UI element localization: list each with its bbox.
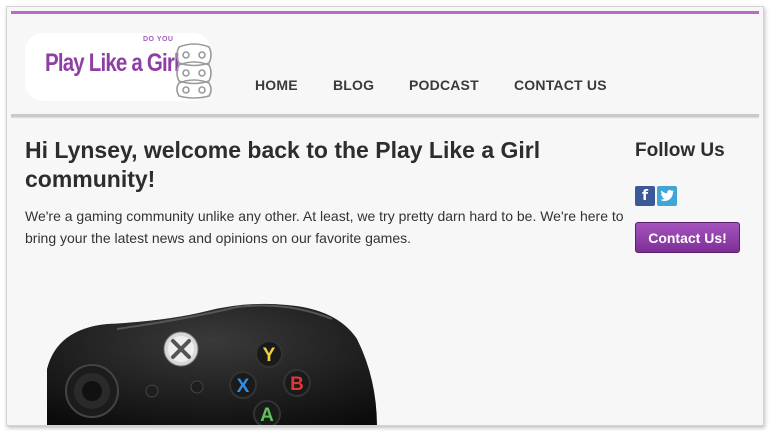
twitter-icon[interactable] xyxy=(657,186,677,206)
x-button-label: X xyxy=(237,376,250,397)
top-accent-line xyxy=(11,11,759,14)
a-button-label: A xyxy=(260,405,274,426)
nav-contact-us[interactable]: CONTACT US xyxy=(514,77,607,93)
social-links: f xyxy=(635,186,677,206)
page-frame: DO YOU Play Like a Girl HOME BLOG PODCAS… xyxy=(6,6,764,426)
nav-home[interactable]: HOME xyxy=(255,77,298,93)
logo-tagline: DO YOU xyxy=(143,36,174,43)
twitter-bird-icon xyxy=(660,190,674,201)
contact-us-button[interactable]: Contact Us! xyxy=(635,222,740,253)
follow-us-heading: Follow Us xyxy=(635,140,725,161)
nav-blog[interactable]: BLOG xyxy=(333,77,374,93)
welcome-headline: Hi Lynsey, welcome back to the Play Like… xyxy=(25,137,541,192)
nav-podcast[interactable]: PODCAST xyxy=(409,77,479,93)
facebook-icon[interactable]: f xyxy=(635,186,655,206)
header-divider xyxy=(11,114,759,117)
xbox-controller-image: Y X B A xyxy=(47,303,377,426)
gamepad-icon xyxy=(176,43,212,99)
logo-text: Play Like a Girl xyxy=(45,49,180,77)
intro-text: We're a gaming community unlike any othe… xyxy=(25,208,624,246)
site-logo[interactable]: DO YOU Play Like a Girl xyxy=(25,33,212,101)
b-button-label: B xyxy=(290,374,304,395)
y-button-label: Y xyxy=(263,345,276,366)
